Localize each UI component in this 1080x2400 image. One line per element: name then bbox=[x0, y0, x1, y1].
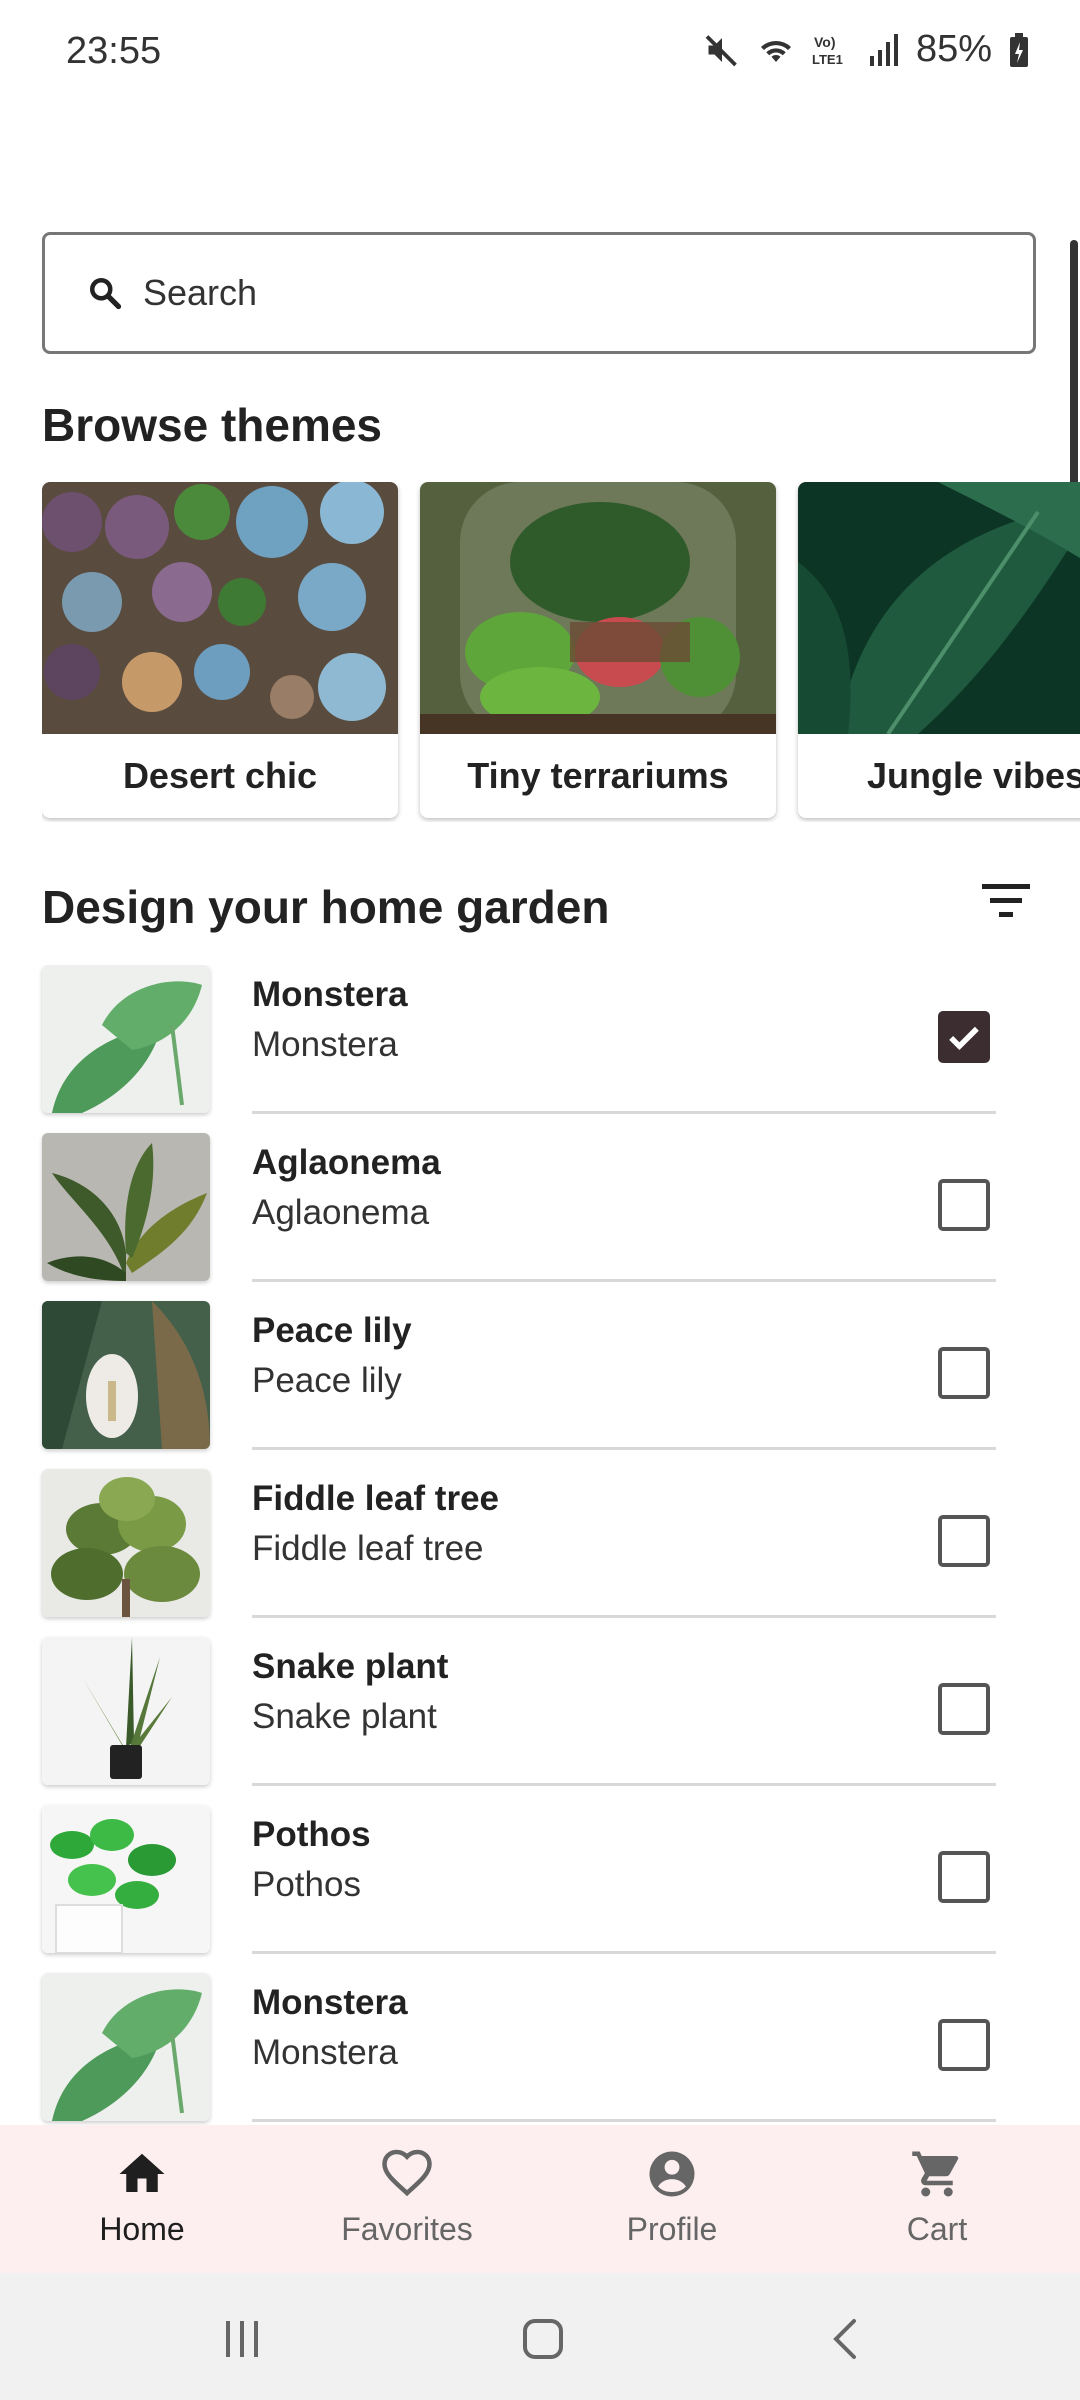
plant-name: Aglaonema bbox=[252, 1143, 441, 1182]
search-icon bbox=[90, 278, 122, 310]
nav-item-cart[interactable]: Cart bbox=[837, 2125, 1037, 2273]
themes-carousel[interactable]: Desert chic Tiny terrariums Jungle vibes bbox=[42, 482, 1080, 822]
plant-thumbnail bbox=[42, 1469, 210, 1617]
plant-name: Snake plant bbox=[252, 1647, 449, 1686]
plant-subtitle: Monstera bbox=[252, 1025, 398, 1064]
plant-checkbox[interactable] bbox=[938, 1851, 990, 1903]
search-box[interactable] bbox=[42, 232, 1036, 354]
nav-item-favorites[interactable]: Favorites bbox=[307, 2125, 507, 2273]
plant-name: Peace lily bbox=[252, 1311, 412, 1350]
row-divider bbox=[252, 1279, 996, 1282]
bottom-navigation: Home Favorites Profile Cart bbox=[0, 2125, 1080, 2273]
plant-thumbnail bbox=[42, 965, 210, 1113]
plant-list[interactable]: Monstera Monstera Aglaonema Aglaonema Pe… bbox=[0, 965, 1080, 2125]
plant-subtitle: Pothos bbox=[252, 1865, 361, 1904]
plant-thumbnail bbox=[42, 1805, 210, 1953]
garden-title: Design your home garden bbox=[42, 881, 610, 933]
plant-subtitle: Aglaonema bbox=[252, 1193, 430, 1232]
theme-label: Tiny terrariums bbox=[467, 755, 729, 796]
plant-thumbnail bbox=[42, 1637, 210, 1785]
recent-apps-icon[interactable] bbox=[222, 2319, 262, 2359]
system-navigation-bar bbox=[0, 2273, 1080, 2400]
plant-name: Monstera bbox=[252, 1983, 408, 2022]
status-icons: Vo) LTE1 85% bbox=[704, 28, 1030, 71]
plant-checkbox[interactable] bbox=[938, 1515, 990, 1567]
plant-thumbnail bbox=[42, 1973, 210, 2121]
back-icon[interactable] bbox=[828, 2317, 862, 2361]
plant-row[interactable]: Aglaonema Aglaonema bbox=[0, 1133, 1080, 1301]
tiny-terrariums-image bbox=[420, 482, 776, 734]
status-bar: 23:55 Vo) LTE1 85% bbox=[0, 0, 1080, 110]
row-divider bbox=[252, 1783, 996, 1786]
plant-checkbox[interactable] bbox=[938, 2019, 990, 2071]
plant-subtitle: Peace lily bbox=[252, 1361, 402, 1400]
plant-row[interactable]: Monstera Monstera bbox=[0, 965, 1080, 1133]
nav-label: Home bbox=[99, 2211, 185, 2247]
nav-item-home[interactable]: Home bbox=[42, 2125, 242, 2273]
theme-card-tiny-terrariums[interactable]: Tiny terrariums bbox=[420, 482, 776, 818]
plant-row[interactable]: Snake plant Snake plant bbox=[0, 1637, 1080, 1805]
mute-icon bbox=[705, 34, 737, 66]
filter-list-icon[interactable] bbox=[980, 880, 1032, 920]
plant-thumbnail bbox=[42, 1301, 210, 1449]
row-divider bbox=[252, 1615, 996, 1618]
plant-checkbox[interactable] bbox=[938, 1347, 990, 1399]
row-divider bbox=[252, 1447, 996, 1450]
plant-checkbox[interactable] bbox=[938, 1683, 990, 1735]
wifi-icon bbox=[760, 40, 791, 62]
battery-icon bbox=[1010, 32, 1028, 67]
account-circle-icon bbox=[649, 2151, 695, 2197]
svg-text:Vo): Vo) bbox=[814, 34, 836, 50]
plant-row[interactable]: Pothos Pothos bbox=[0, 1805, 1080, 1973]
svg-text:LTE1: LTE1 bbox=[812, 52, 843, 67]
plant-name: Pothos bbox=[252, 1815, 371, 1854]
plant-subtitle: Snake plant bbox=[252, 1697, 437, 1736]
row-divider bbox=[252, 2119, 996, 2122]
home-icon bbox=[119, 2153, 165, 2192]
plant-name: Monstera bbox=[252, 975, 408, 1014]
battery-percent: 85% bbox=[915, 28, 992, 70]
row-divider bbox=[252, 1111, 996, 1114]
plant-checkbox[interactable] bbox=[938, 1179, 990, 1231]
theme-label: Desert chic bbox=[122, 755, 318, 796]
heart-icon bbox=[382, 2149, 432, 2197]
search-input[interactable] bbox=[141, 271, 995, 315]
theme-card-desert-chic[interactable]: Desert chic bbox=[42, 482, 398, 818]
browse-themes-title: Browse themes bbox=[42, 399, 383, 451]
theme-card-jungle-vibes[interactable]: Jungle vibes bbox=[798, 482, 1080, 818]
plant-subtitle: Monstera bbox=[252, 2033, 398, 2072]
row-divider bbox=[252, 1951, 996, 1954]
nav-item-profile[interactable]: Profile bbox=[572, 2125, 772, 2273]
signal-icon bbox=[869, 33, 898, 66]
plant-row[interactable]: Fiddle leaf tree Fiddle leaf tree bbox=[0, 1469, 1080, 1637]
plant-checkbox[interactable] bbox=[938, 1011, 990, 1063]
volte-icon: Vo) LTE1 bbox=[812, 34, 843, 67]
home-button-icon[interactable] bbox=[521, 2317, 565, 2361]
jungle-vibes-image bbox=[798, 482, 1080, 734]
plant-subtitle: Fiddle leaf tree bbox=[252, 1529, 484, 1568]
theme-label: Jungle vibes bbox=[866, 755, 1080, 796]
plant-thumbnail bbox=[42, 1133, 210, 1281]
plant-name: Fiddle leaf tree bbox=[252, 1479, 500, 1518]
nav-label: Favorites bbox=[341, 2211, 473, 2247]
plant-row[interactable]: Peace lily Peace lily bbox=[0, 1301, 1080, 1469]
plant-row[interactable]: Monstera Monstera bbox=[0, 1973, 1080, 2125]
cart-icon bbox=[912, 2151, 959, 2197]
status-time: 23:55 bbox=[66, 30, 162, 72]
nav-label: Cart bbox=[906, 2211, 968, 2247]
nav-label: Profile bbox=[626, 2211, 718, 2247]
desert-chic-image bbox=[42, 482, 398, 734]
check-icon bbox=[949, 1026, 979, 1051]
